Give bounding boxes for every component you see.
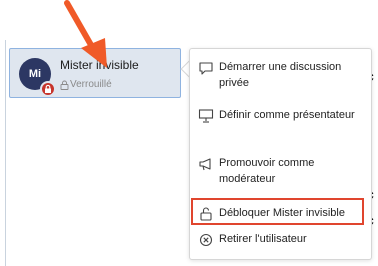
- participant-status: Verrouillé: [60, 79, 112, 90]
- avatar-initials: Mi: [28, 68, 42, 80]
- lock-icon: [60, 80, 69, 90]
- left-panel-edge: [0, 40, 6, 266]
- chat-bubble-icon: [198, 60, 214, 76]
- annotation-arrow-icon: [64, 0, 107, 68]
- megaphone-icon: [198, 156, 214, 172]
- menu-item-promote-moderator[interactable]: Promouvoir comme modérateur: [190, 155, 373, 189]
- menu-item-label: Définir comme présentateur: [219, 109, 355, 121]
- menu-item-make-presenter[interactable]: Définir comme présentateur: [190, 107, 373, 141]
- participant-status-label: Verrouillé: [70, 79, 112, 90]
- menu-item-label: Promouvoir comme modérateur: [219, 157, 315, 185]
- menu-item-remove-user[interactable]: Retirer l'utilisateur: [190, 231, 373, 249]
- menu-item-label: Démarrer une discussion privée: [219, 61, 342, 89]
- menu-item-private-chat[interactable]: Démarrer une discussion privée: [190, 59, 373, 93]
- highlight-box: [191, 198, 364, 225]
- participant-context-menu: Démarrer une discussion privée Définir c…: [189, 48, 372, 260]
- presentation-screen-icon: [198, 108, 214, 124]
- lock-badge-icon: [40, 81, 56, 97]
- menu-item-label: Retirer l'utilisateur: [219, 233, 307, 245]
- remove-circle-icon: [198, 232, 214, 248]
